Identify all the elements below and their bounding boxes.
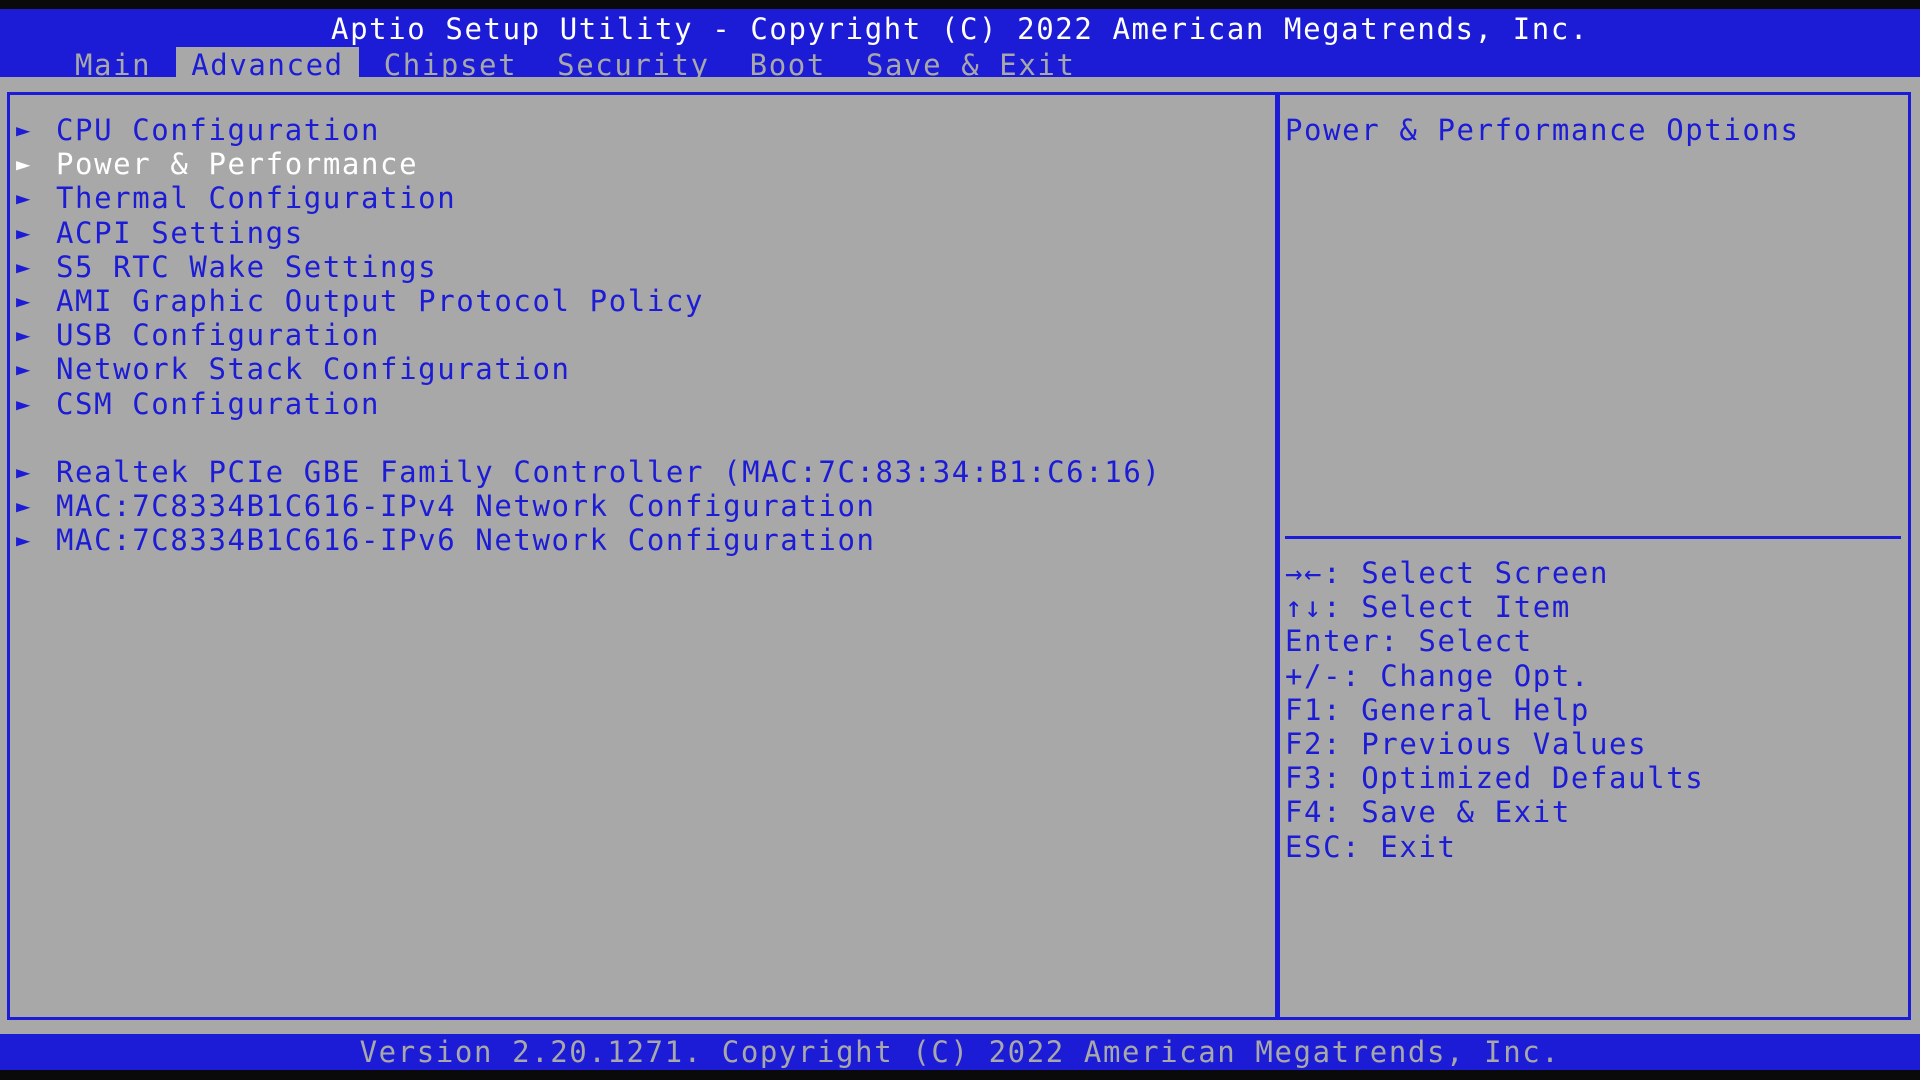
menu-item-label: CPU Configuration — [56, 113, 381, 147]
menu-item-label: Power & Performance — [56, 147, 419, 182]
help-description: Power & Performance Options — [1285, 113, 1800, 147]
menu-item-gop-policy[interactable]: ► AMI Graphic Output Protocol Policy — [16, 284, 1161, 318]
menu-item-network-stack-configuration[interactable]: ► Network Stack Configuration — [16, 352, 1161, 386]
version-text: Version 2.20.1271. Copyright (C) 2022 Am… — [359, 1035, 1561, 1069]
bios-screen: Aptio Setup Utility - Copyright (C) 2022… — [0, 0, 1920, 1080]
menu-item-label: CSM Configuration — [56, 386, 381, 421]
advanced-menu-list: ► CPU Configuration ► Power & Performance … — [16, 113, 1161, 557]
key-legend: →←: Select Screen ↑↓: Select Item Enter:… — [1285, 556, 1704, 864]
submenu-arrow-icon: ► — [16, 252, 33, 281]
help-divider — [1285, 536, 1901, 539]
key-hint-select-screen: →←: Select Screen — [1285, 556, 1610, 590]
menu-item-label: Network Stack Configuration — [56, 352, 571, 387]
menu-item-label: S5 RTC Wake Settings — [56, 249, 438, 284]
menu-item-usb-configuration[interactable]: ► USB Configuration — [16, 318, 1161, 352]
menu-item-label: ACPI Settings — [56, 215, 304, 250]
key-hint-select-item: ↑↓: Select Item — [1285, 590, 1571, 625]
menu-item-realtek-controller[interactable]: ► Realtek PCIe GBE Family Controller (MAC… — [16, 455, 1161, 489]
menu-item-label: MAC:7C8334B1C616-IPv4 Network Configurat… — [56, 488, 876, 523]
key-hint-change-opt: +/-: Change Opt. — [1285, 658, 1590, 693]
key-hint-f1: F1: General Help — [1285, 692, 1590, 727]
key-hint-enter: Enter: Select — [1285, 624, 1533, 659]
key-hint-esc: ESC: Exit — [1285, 829, 1457, 864]
menu-item-s5-rtc-wake-settings[interactable]: ► S5 RTC Wake Settings — [16, 250, 1161, 284]
key-hint-f2: F2: Previous Values — [1285, 726, 1648, 761]
submenu-arrow-icon: ► — [16, 116, 33, 144]
submenu-arrow-icon: ► — [16, 526, 33, 555]
menu-item-cpu-configuration[interactable]: ► CPU Configuration — [16, 113, 1161, 147]
menu-item-acpi-settings[interactable]: ► ACPI Settings — [16, 216, 1161, 250]
utility-title: Aptio Setup Utility - Copyright (C) 2022… — [331, 12, 1589, 46]
submenu-arrow-icon: ► — [16, 457, 33, 486]
title-bar: Aptio Setup Utility - Copyright (C) 2022… — [0, 9, 1920, 85]
menu-item-csm-configuration[interactable]: ► CSM Configuration — [16, 387, 1161, 421]
key-hint-f4: F4: Save & Exit — [1285, 795, 1571, 830]
submenu-arrow-icon: ► — [16, 355, 33, 384]
menu-item-label: MAC:7C8334B1C616-IPv6 Network Configurat… — [56, 523, 876, 558]
submenu-arrow-icon: ► — [16, 389, 33, 418]
submenu-arrow-icon: ► — [16, 491, 33, 520]
menu-item-label: Thermal Configuration — [56, 181, 457, 216]
menu-item-thermal-configuration[interactable]: ► Thermal Configuration — [16, 181, 1161, 215]
submenu-arrow-icon: ► — [16, 321, 33, 350]
menu-spacer — [16, 421, 1161, 455]
menu-item-power-performance[interactable]: ► Power & Performance — [16, 147, 1161, 181]
submenu-arrow-icon: ► — [16, 150, 33, 179]
submenu-arrow-icon: ► — [16, 286, 33, 315]
footer-bar: Version 2.20.1271. Copyright (C) 2022 Am… — [0, 1034, 1920, 1070]
menu-item-label: AMI Graphic Output Protocol Policy — [56, 283, 705, 318]
key-hint-f3: F3: Optimized Defaults — [1285, 761, 1705, 796]
submenu-arrow-icon: ► — [16, 218, 33, 247]
menu-item-ipv4-network-configuration[interactable]: ► MAC:7C8334B1C616-IPv4 Network Configura… — [16, 489, 1161, 523]
menu-item-ipv6-network-configuration[interactable]: ► MAC:7C8334B1C616-IPv6 Network Configura… — [16, 523, 1161, 557]
menu-item-label: Realtek PCIe GBE Family Controller (MAC:… — [56, 454, 1162, 489]
menu-item-label: USB Configuration — [56, 318, 381, 353]
submenu-arrow-icon: ► — [16, 184, 33, 213]
